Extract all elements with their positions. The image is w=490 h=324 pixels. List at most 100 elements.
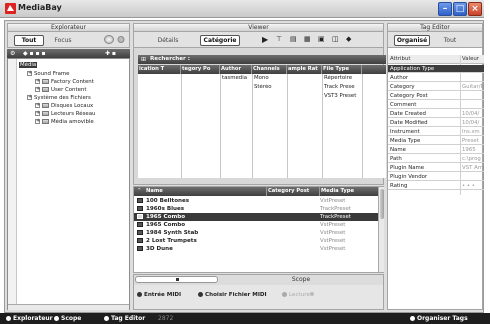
minimize-button[interactable]: – [438, 2, 452, 16]
filter-col-category-post[interactable]: tegory Po [181, 65, 220, 74]
tag-editor-header[interactable]: Tag Editor [387, 23, 483, 32]
tab-tout[interactable]: Tout [436, 35, 464, 46]
tree-horizontal-scrollbar[interactable] [8, 304, 129, 310]
tree-item[interactable]: Média [19, 62, 38, 69]
tab-focus[interactable]: Focus [48, 35, 78, 46]
attribute-value[interactable]: c:\prog [462, 155, 481, 163]
result-row[interactable]: 1965 Combo VstPreset [134, 221, 379, 229]
scrollbar-thumb[interactable] [380, 189, 384, 219]
close-button[interactable]: × [468, 2, 482, 16]
tree-item[interactable]: + Système des Fichiers [27, 95, 91, 102]
expand-icon[interactable]: + [35, 111, 40, 116]
search-bar[interactable]: ⊞ Rechercher : [138, 55, 386, 64]
settings-icon[interactable] [116, 35, 126, 44]
attribute-row[interactable]: Plugin Name VST Am [388, 164, 484, 172]
attribute-row[interactable]: Date Modified 10/04/ [388, 119, 484, 127]
gear-icon[interactable]: ⚙ [10, 49, 15, 58]
attribute-value[interactable]: Guitar/P [462, 83, 484, 91]
tree-item[interactable]: + Lecteurs Réseau [35, 111, 95, 118]
organize-tags-button[interactable]: Organiser Tags [410, 315, 468, 322]
result-row[interactable]: 1984 Synth Stab VstPreset [134, 229, 379, 237]
result-row[interactable]: 1960s Blues TrackPreset [134, 205, 379, 213]
scope-header[interactable]: Scope [220, 276, 382, 283]
results-vertical-scrollbar[interactable] [378, 187, 384, 272]
attribute-row[interactable]: Rating • • • [388, 182, 484, 190]
result-row[interactable]: 1965 Combo TrackPreset [134, 213, 379, 221]
explorer-header[interactable]: Explorateur [7, 23, 130, 32]
scope-slider[interactable] [135, 276, 218, 283]
result-row[interactable]: 100 Belltones VstPreset [134, 197, 379, 205]
tab-organise[interactable]: Organisé [394, 35, 430, 46]
expand-icon[interactable]: + [27, 71, 32, 76]
tree-item[interactable]: + User Content [35, 87, 86, 94]
play-icon[interactable]: ▶ [262, 35, 268, 44]
midi-file-button[interactable]: Choisir Fichier MIDI [198, 292, 267, 299]
toggle-scope[interactable]: Scope [54, 315, 81, 322]
tree-item[interactable]: + Factory Content [35, 79, 94, 86]
attribute-row[interactable]: Application Type [388, 65, 484, 73]
sort-icon[interactable]: ⌃ [137, 187, 142, 196]
attribute-value[interactable]: 10/04/ [462, 119, 479, 127]
collapse-icon[interactable]: ◆ ▪ ▪ ▪ [23, 49, 46, 58]
attribute-row[interactable]: Path c:\prog [388, 155, 484, 163]
toggle-explorer[interactable]: Explorateur [6, 315, 53, 322]
expand-icon[interactable]: + [35, 103, 40, 108]
expand-icon[interactable]: + [35, 79, 40, 84]
attribute-value[interactable]: 10/04/ [462, 110, 479, 118]
filter-cell-file-type[interactable]: Track Prese [324, 84, 362, 91]
attribute-row[interactable]: Date Created 10/04/ [388, 110, 484, 118]
view-icon[interactable]: ◫ [332, 35, 339, 44]
play-button[interactable]: Lecture [282, 292, 310, 299]
attribute-row[interactable]: Author [388, 74, 484, 82]
tree-item[interactable]: + Sound Frame [27, 71, 69, 78]
maximize-button[interactable]: □ [453, 2, 467, 16]
attribute-row[interactable]: Media Type Preset [388, 137, 484, 145]
result-row[interactable]: 2 Lost Trumpets VstPreset [134, 237, 379, 245]
filter-cell-file-type[interactable]: VST3 Preset [324, 93, 362, 100]
expand-icon[interactable]: + [35, 119, 40, 124]
filter-cell-file-type[interactable]: Répertoire [324, 75, 362, 82]
slider-thumb[interactable] [176, 278, 179, 281]
attribute-value[interactable]: VST Am [462, 164, 483, 172]
midi-in-button[interactable]: Entrée MIDI [137, 292, 181, 299]
tree-item[interactable]: + Média amovible [35, 119, 94, 126]
tag-icon[interactable]: ◆ [346, 35, 351, 44]
filter-col-author[interactable]: Author [220, 65, 252, 74]
list-icon[interactable]: ▣ [318, 35, 325, 44]
attribute-row[interactable]: Category Guitar/P [388, 83, 484, 91]
col-media-type[interactable]: Media Type [320, 187, 379, 196]
viewer-header[interactable]: Viewer [133, 23, 384, 32]
result-row[interactable]: 3D Dune VstPreset [134, 245, 379, 253]
col-attribut[interactable]: Attribut [390, 55, 411, 64]
expand-icon[interactable]: + [27, 95, 32, 100]
toggle-tag-editor[interactable]: Tag Editor [104, 315, 145, 322]
col-name[interactable]: Name [145, 187, 267, 196]
attribute-value[interactable]: • • • [462, 182, 475, 190]
filter-col-channels[interactable]: Channels [252, 65, 287, 74]
attribute-row[interactable]: Instrument Ins.sm [388, 128, 484, 136]
filter-cell-channels[interactable]: Mono [254, 75, 269, 82]
columns-icon[interactable]: ▤ [290, 35, 297, 44]
filter-cell-channels[interactable]: Stéréo [254, 84, 272, 91]
filter-col-application-type[interactable]: ication T [138, 65, 181, 74]
grid-icon[interactable]: ▦ [304, 35, 311, 44]
attribute-value[interactable]: Preset [462, 137, 479, 145]
attribute-row[interactable]: Plugin Vendor [388, 173, 484, 181]
expand-icon[interactable]: + [35, 87, 40, 92]
refresh-icon[interactable] [104, 35, 114, 44]
attribute-value[interactable]: Ins.sm [462, 128, 480, 136]
col-valeur[interactable]: Valeur [462, 55, 479, 64]
attribute-row[interactable]: Category Post [388, 92, 484, 100]
attribute-row[interactable]: Comment [388, 101, 484, 109]
add-icon[interactable]: ✚ ▪ [105, 49, 116, 58]
col-category-post[interactable]: Category Post [267, 187, 320, 196]
tab-details[interactable]: Détails [154, 35, 182, 46]
attribute-value[interactable]: 1965 [462, 146, 476, 154]
filter-col-sample-rate[interactable]: ample Rat [287, 65, 322, 74]
tab-tout[interactable]: Tout [14, 35, 44, 46]
filter-col-file-type[interactable]: File Type [322, 65, 362, 74]
tab-categorie[interactable]: Catégorie [200, 35, 240, 46]
attribute-row[interactable]: Name 1965 [388, 146, 484, 154]
filter-cell-author[interactable]: tasmedia [222, 75, 247, 82]
tree-item[interactable]: + Disques Locaux [35, 103, 93, 110]
